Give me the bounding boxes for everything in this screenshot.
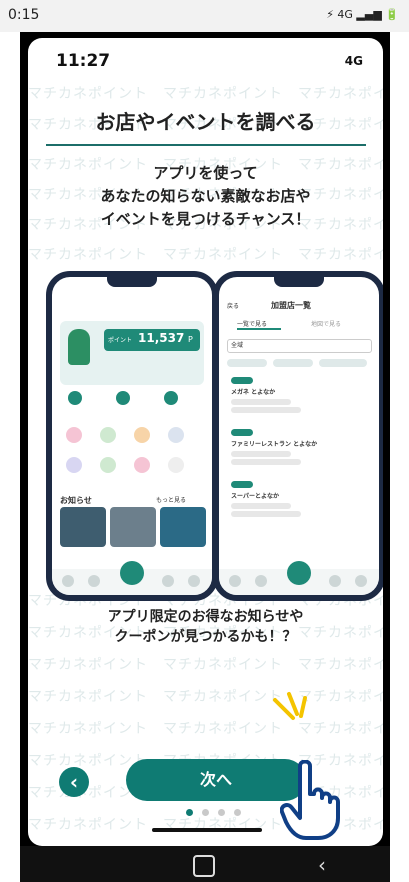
point-exchange-icon	[100, 427, 116, 443]
gift-icon	[134, 457, 150, 473]
pointing-hand-icon	[280, 760, 340, 840]
android-time: 0:15	[8, 7, 40, 23]
intro-line-2: あなたの知らない素敵なお店や	[100, 187, 311, 205]
news-thumb	[110, 507, 156, 547]
bottom-message-line-1: アプリ限定のお得なお知らせや	[107, 609, 304, 625]
shop-tel-line	[231, 459, 301, 465]
nav-dot-icon	[62, 575, 74, 587]
mock-bottom-nav	[52, 561, 212, 595]
intro-line-1: アプリを使って	[153, 164, 258, 182]
page-dot	[202, 809, 209, 816]
mock-notch	[274, 277, 324, 287]
home-indicator[interactable]	[152, 828, 262, 832]
points-value: 11,537	[138, 331, 185, 345]
home-tab-icon	[287, 561, 311, 585]
page-indicator	[186, 809, 256, 817]
nav-dot-icon	[355, 575, 367, 587]
mock-notch	[107, 277, 157, 287]
challenge-icon	[100, 457, 116, 473]
nav-dot-icon	[162, 575, 174, 587]
mock-header-title: 加盟店一覧	[271, 301, 311, 310]
android-status-icons: ⚡ 4G ▂▄▆ 🔋	[326, 8, 399, 21]
genre-tag	[231, 377, 253, 384]
nav-dot-icon	[229, 575, 241, 587]
shop-item: ファミリーレストラン とよなか	[227, 429, 371, 479]
shop-item: スーパーとよなか	[227, 481, 371, 531]
nav-dot-icon	[329, 575, 341, 587]
points-badge: ポイント 11,537 P	[104, 329, 200, 351]
nav-dot-icon	[88, 575, 100, 587]
android-home-button[interactable]	[193, 855, 215, 877]
points-label: ポイント	[108, 337, 133, 344]
back-button[interactable]: ‹	[59, 767, 89, 797]
shop-tel-line	[231, 407, 301, 413]
history-icon	[164, 391, 178, 405]
android-status-bar: 0:15 ⚡ 4G ▂▄▆ 🔋	[0, 0, 409, 32]
shop-address-line	[231, 503, 291, 509]
bottom-message: アプリ限定のお得なお知らせや クーポンが見つかるかも！？	[28, 606, 383, 646]
inner-status-bar: 11:27 4G	[28, 38, 383, 78]
pattern-line: マチカネポイント マチカネポイント マチカネポイント	[28, 689, 383, 705]
pattern-line: マチカネポイント マチカネポイント マチカネポイント	[28, 721, 383, 737]
event-icon	[134, 427, 150, 443]
pattern-line: マチカネポイント マチカネポイント マチカネポイント	[28, 657, 383, 673]
intro-line-3: イベントを見つけるチャンス！	[100, 210, 311, 228]
app-screen: マチカネポイント マチカネポイント マチカネポイント マチカネポイント マチカネ…	[28, 38, 383, 846]
tap-sparkle-icon	[273, 692, 307, 720]
tab-map: 地図で見る	[311, 321, 342, 328]
tab-list: 一覧で見る	[237, 319, 281, 330]
bottom-message-line-2: クーポンが見つかるかも！？	[114, 629, 297, 645]
shop-address-line	[231, 451, 291, 457]
mock-back-link: 戻る	[227, 303, 240, 310]
genre-tag	[231, 481, 253, 488]
news-heading: お知らせ	[60, 496, 92, 505]
next-button[interactable]: 次へ	[126, 759, 306, 801]
page-dot	[218, 809, 225, 816]
genre-tag	[231, 429, 253, 436]
filter-select: 全域	[227, 339, 372, 353]
page-title: お店やイベントを調べる	[95, 110, 316, 134]
exchange-icon	[66, 457, 82, 473]
coupon-icon	[66, 427, 82, 443]
genre-pill	[273, 359, 313, 367]
android-back-button[interactable]: ‹	[318, 853, 326, 877]
genre-pill	[319, 359, 367, 367]
genre-pill	[227, 359, 267, 367]
title-divider	[46, 144, 366, 146]
shop-name: メガネ とよなか	[231, 389, 276, 396]
shop-address-line	[231, 399, 291, 405]
inner-status-icons: 4G	[344, 54, 363, 68]
menu-grid	[62, 427, 202, 487]
pattern-line: マチカネポイント マチカネポイント マチカネポイント	[28, 86, 383, 102]
shop-name: スーパーとよなか	[231, 493, 279, 500]
nav-dot-icon	[255, 575, 267, 587]
page-dot	[234, 809, 241, 816]
points-unit: P	[188, 335, 193, 344]
shop-tel-line	[231, 511, 301, 517]
card-icon	[116, 391, 130, 405]
mock-bottom-nav	[219, 561, 379, 595]
pattern-line: マチカネポイント マチカネポイント マチカネポイント	[28, 247, 383, 263]
shop-name: ファミリーレストラン とよなか	[231, 441, 318, 448]
inner-time: 11:27	[56, 51, 111, 71]
mock-phone-store-list: 戻る 加盟店一覧 一覧で見る 地図で見る 全域 メガネ とよなか ファミリーレス…	[213, 271, 383, 601]
points-card: ポイント 11,537 P	[60, 321, 204, 385]
news-thumb	[60, 507, 106, 547]
nav-dot-icon	[188, 575, 200, 587]
news-thumb	[160, 507, 206, 547]
news-more-link: もっと見る	[156, 497, 187, 504]
mock-phone-home: ポイント 11,537 P お知らせ もっと見る	[46, 271, 218, 601]
home-tab-icon	[120, 561, 144, 585]
shop-item: メガネ とよなか	[227, 377, 371, 427]
page-dot-active	[186, 809, 193, 816]
mascot-icon	[68, 329, 90, 365]
point-icon	[68, 391, 82, 405]
store-icon	[168, 427, 184, 443]
more-icon	[168, 457, 184, 473]
